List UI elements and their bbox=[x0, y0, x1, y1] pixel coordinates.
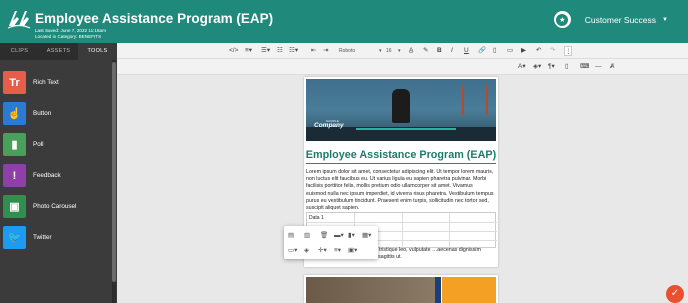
tool-button[interactable]: ☝ Button bbox=[0, 98, 117, 129]
bold-icon[interactable]: B bbox=[437, 46, 442, 56]
table-cell[interactable]: Data 1 bbox=[309, 215, 324, 221]
italic-icon[interactable]: I bbox=[451, 46, 453, 56]
table-rows-icon[interactable]: ▬▾ bbox=[334, 231, 344, 239]
hero-company-text: Company bbox=[314, 122, 344, 129]
left-panel: CLIPS ASSETS TOOLS Tr Rich Text ☝ Button… bbox=[0, 43, 117, 303]
bullet-list-icon[interactable]: ☷ bbox=[277, 46, 283, 56]
rich-text-icon: Tr bbox=[3, 71, 26, 94]
horizontal-align-icon[interactable]: ≡▾ bbox=[334, 246, 341, 254]
page-title: Employee Assistance Program (EAP) bbox=[35, 11, 274, 26]
panel-tabs: CLIPS ASSETS TOOLS bbox=[0, 43, 117, 60]
photo-carousel-icon: ▣ bbox=[3, 195, 26, 218]
clear-formatting-icon[interactable]: Ⱥ bbox=[610, 62, 614, 72]
tool-feedback[interactable]: ! Feedback bbox=[0, 160, 117, 191]
cell-merge-icon[interactable]: ▭▾ bbox=[288, 246, 297, 254]
table-style-icon[interactable]: ▦▾ bbox=[362, 231, 371, 239]
paragraph-format-icon[interactable]: ¶▾ bbox=[548, 62, 555, 72]
tool-photo-carousel[interactable]: ▣ Photo Carousel bbox=[0, 191, 117, 222]
text-color-icon[interactable]: A̲ bbox=[409, 46, 413, 56]
app-header: Employee Assistance Program (EAP) Last S… bbox=[0, 0, 688, 43]
account-menu[interactable]: ★ Customer Success ▼ bbox=[553, 11, 668, 28]
tab-tools[interactable]: TOOLS bbox=[78, 43, 117, 60]
image-icon[interactable]: ▭ bbox=[507, 46, 513, 56]
file-icon[interactable]: ▯ bbox=[493, 46, 497, 56]
table-columns-icon[interactable]: ▮▾ bbox=[348, 231, 355, 239]
tab-assets[interactable]: ASSETS bbox=[39, 43, 78, 60]
format-toolbar: </> ≡▾ ☰▾ ☷ ☷▾ ⇤ ⇥ Roboto ▾ 16 ▾ A̲ ✎ B … bbox=[117, 43, 688, 59]
heading-divider bbox=[306, 163, 496, 164]
table-header-icon[interactable]: ▤ bbox=[288, 231, 294, 239]
cell-style-icon[interactable]: ▣▾ bbox=[348, 246, 357, 254]
font-family-caret-icon[interactable]: ▾ bbox=[379, 46, 382, 56]
more-options-icon[interactable]: ⋮ bbox=[564, 46, 572, 56]
tool-poll[interactable]: ▮ Poll bbox=[0, 129, 117, 160]
video-icon[interactable]: ▶ bbox=[521, 46, 526, 56]
align-icon[interactable]: ≡▾ bbox=[245, 46, 252, 56]
tools-list: Tr Rich Text ☝ Button ▮ Poll ! Feedback … bbox=[0, 67, 117, 253]
content-image[interactable] bbox=[306, 277, 436, 303]
tool-label: Poll bbox=[33, 141, 44, 148]
code-view-icon[interactable]: </> bbox=[229, 46, 238, 56]
email-page-next bbox=[304, 275, 498, 303]
document-heading[interactable]: Employee Assistance Program (EAP) bbox=[304, 149, 498, 161]
avatar: ★ bbox=[553, 11, 571, 28]
twitter-bird-icon: 🐦 bbox=[3, 226, 26, 249]
table-footer-icon[interactable]: ▥ bbox=[304, 231, 310, 239]
category-text: Located in Category: BENEFITS bbox=[35, 34, 102, 39]
star-icon: ★ bbox=[556, 13, 569, 26]
pointer-hand-icon: ☝ bbox=[3, 102, 26, 125]
checklist-icon[interactable]: ☷▾ bbox=[289, 46, 298, 56]
link-icon[interactable]: 🔗 bbox=[478, 46, 486, 56]
format-toolbar-secondary: A▾ ◈▾ ¶▾ ▯ ⌨ — Ⱥ bbox=[117, 59, 688, 75]
delete-table-icon[interactable]: 🗑 bbox=[320, 231, 328, 239]
table-toolbar-popup: ▤ ▥ 🗑 ▬▾ ▮▾ ▦▾ ▭▾ ◈ ✛▾ ≡▾ ▣▾ bbox=[284, 226, 378, 259]
save-meta: Last Saved: June 7, 2022 11:18am Located… bbox=[35, 28, 106, 40]
tool-label: Twitter bbox=[33, 234, 52, 241]
panel-scrollbar-thumb[interactable] bbox=[112, 62, 116, 282]
ordered-list-icon[interactable]: ☰▾ bbox=[261, 46, 270, 56]
brand-logo-icon[interactable] bbox=[6, 8, 32, 30]
accent-bar bbox=[435, 277, 441, 303]
outdent-icon[interactable]: ⇤ bbox=[311, 46, 316, 56]
font-size-select[interactable]: 16 bbox=[386, 46, 392, 56]
background-color-icon[interactable]: ◈▾ bbox=[533, 62, 541, 72]
keyboard-icon[interactable]: ⌨ bbox=[580, 62, 589, 72]
account-name: Customer Success bbox=[584, 14, 657, 25]
document-icon[interactable]: ▯ bbox=[565, 62, 569, 72]
feedback-icon: ! bbox=[3, 164, 26, 187]
table-row-divider bbox=[307, 222, 497, 223]
undo-icon[interactable]: ↶ bbox=[536, 46, 541, 56]
hero-stripe bbox=[356, 128, 456, 130]
chevron-down-icon: ▼ bbox=[662, 16, 668, 23]
tool-label: Rich Text bbox=[33, 79, 59, 86]
bridge-graphic bbox=[462, 85, 488, 115]
tool-label: Photo Carousel bbox=[33, 203, 77, 210]
person-graphic bbox=[392, 89, 410, 123]
tab-clips[interactable]: CLIPS bbox=[0, 43, 39, 60]
bar-chart-icon: ▮ bbox=[3, 133, 26, 156]
highlight-icon[interactable]: ✎ bbox=[423, 46, 428, 56]
redo-icon[interactable]: ↷ bbox=[550, 46, 555, 56]
accent-block bbox=[442, 277, 496, 303]
vertical-align-icon[interactable]: ✛▾ bbox=[318, 246, 327, 254]
indent-icon[interactable]: ⇥ bbox=[323, 46, 328, 56]
text-style-icon[interactable]: A▾ bbox=[518, 62, 526, 72]
tool-twitter[interactable]: 🐦 Twitter bbox=[0, 222, 117, 253]
confirm-check-icon[interactable]: ✓ bbox=[666, 285, 684, 303]
horizontal-line-icon[interactable]: — bbox=[595, 62, 602, 72]
cell-background-icon[interactable]: ◈ bbox=[304, 246, 309, 254]
tool-rich-text[interactable]: Tr Rich Text bbox=[0, 67, 117, 98]
underline-icon[interactable]: U bbox=[464, 46, 469, 56]
tool-label: Feedback bbox=[33, 172, 61, 179]
body-paragraph[interactable]: Lorem ipsum dolor sit amet, consectetur … bbox=[306, 169, 494, 212]
font-size-caret-icon[interactable]: ▾ bbox=[398, 46, 401, 56]
font-family-select[interactable]: Roboto bbox=[339, 46, 355, 56]
hero-image[interactable]: SAMPLE Company bbox=[306, 79, 496, 141]
tool-label: Button bbox=[33, 110, 52, 117]
